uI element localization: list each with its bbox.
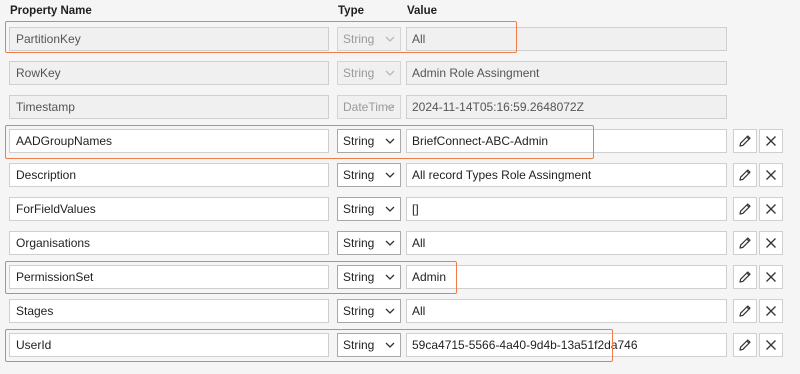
pencil-icon xyxy=(738,168,752,182)
pencil-icon xyxy=(738,338,752,352)
chevron-down-icon xyxy=(385,96,395,118)
chevron-down-icon xyxy=(385,62,395,84)
type-select-value: String xyxy=(343,202,375,216)
property-value-field: All xyxy=(406,27,727,51)
delete-button[interactable] xyxy=(759,163,783,187)
property-name-field[interactable]: Organisations xyxy=(9,231,329,255)
type-select-value: String xyxy=(343,32,375,46)
property-row: PartitionKey String All xyxy=(0,22,800,56)
property-row: AADGroupNames String BriefConnect-ABC-Admi… xyxy=(0,124,800,158)
property-value-field[interactable]: All record Types Role Assingment xyxy=(406,163,727,187)
pencil-icon xyxy=(738,304,752,318)
close-icon xyxy=(765,305,777,317)
type-select[interactable]: String xyxy=(337,163,401,187)
type-select[interactable]: String xyxy=(337,231,401,255)
property-row: Stages String All xyxy=(0,294,800,328)
property-name-field[interactable]: PermissionSet xyxy=(9,265,329,289)
delete-button[interactable] xyxy=(759,299,783,323)
pencil-icon xyxy=(738,202,752,216)
chevron-down-icon xyxy=(385,130,395,152)
delete-button[interactable] xyxy=(759,197,783,221)
edit-button[interactable] xyxy=(733,299,757,323)
type-select-value: String xyxy=(343,236,375,250)
type-select: String xyxy=(337,61,401,85)
property-value-field[interactable]: BriefConnect-ABC-Admin xyxy=(406,129,727,153)
pencil-icon xyxy=(738,236,752,250)
pencil-icon xyxy=(738,134,752,148)
delete-button[interactable] xyxy=(759,231,783,255)
property-value-field[interactable]: [] xyxy=(406,197,727,221)
type-select-value: String xyxy=(343,66,375,80)
property-name-field[interactable]: Stages xyxy=(9,299,329,323)
edit-button[interactable] xyxy=(733,197,757,221)
edit-button[interactable] xyxy=(733,129,757,153)
type-select[interactable]: String xyxy=(337,129,401,153)
type-select-value: String xyxy=(343,134,375,148)
column-header-property-name: Property Name xyxy=(10,5,92,17)
type-select: DateTime xyxy=(337,95,401,119)
property-name-field[interactable]: ForFieldValues xyxy=(9,197,329,221)
pencil-icon xyxy=(738,270,752,284)
property-value-field[interactable]: 59ca4715-5566-4a40-9d4b-13a51f2da746 xyxy=(406,333,727,357)
chevron-down-icon xyxy=(385,164,395,186)
property-row: Organisations String All xyxy=(0,226,800,260)
close-icon xyxy=(765,271,777,283)
table-header: Property Name Type Value xyxy=(0,0,800,22)
property-value-field[interactable]: All xyxy=(406,231,727,255)
property-value-field: Admin Role Assingment xyxy=(406,61,727,85)
edit-button[interactable] xyxy=(733,231,757,255)
property-name-field: PartitionKey xyxy=(9,27,329,51)
property-value-field[interactable]: All xyxy=(406,299,727,323)
edit-button[interactable] xyxy=(733,265,757,289)
type-select-value: String xyxy=(343,338,375,352)
close-icon xyxy=(765,169,777,181)
property-name-field[interactable]: Description xyxy=(9,163,329,187)
property-value-field[interactable]: Admin xyxy=(406,265,727,289)
property-list: PartitionKey String All RowKey String Admin R… xyxy=(0,22,800,362)
type-select[interactable]: String xyxy=(337,333,401,357)
chevron-down-icon xyxy=(385,198,395,220)
property-name-field: RowKey xyxy=(9,61,329,85)
edit-button[interactable] xyxy=(733,333,757,357)
property-value-field: 2024-11-14T05:16:59.2648072Z xyxy=(406,95,727,119)
edit-button[interactable] xyxy=(733,163,757,187)
property-row: Description String All record Types Role A… xyxy=(0,158,800,192)
chevron-down-icon xyxy=(385,334,395,356)
property-row: PermissionSet String Admin xyxy=(0,260,800,294)
type-select-value: String xyxy=(343,270,375,284)
delete-button[interactable] xyxy=(759,333,783,357)
chevron-down-icon xyxy=(385,266,395,288)
type-select[interactable]: String xyxy=(337,299,401,323)
chevron-down-icon xyxy=(385,28,395,50)
type-select[interactable]: String xyxy=(337,197,401,221)
property-row: UserId String 59ca4715-5566-4a40-9d4b-13a5… xyxy=(0,328,800,362)
property-name-field[interactable]: UserId xyxy=(9,333,329,357)
chevron-down-icon xyxy=(385,232,395,254)
type-select: String xyxy=(337,27,401,51)
close-icon xyxy=(765,203,777,215)
type-select-value: String xyxy=(343,304,375,318)
type-select[interactable]: String xyxy=(337,265,401,289)
close-icon xyxy=(765,237,777,249)
column-header-type: Type xyxy=(338,5,364,17)
delete-button[interactable] xyxy=(759,265,783,289)
property-row: Timestamp DateTime 2024-11-14T05:16:59.264… xyxy=(0,90,800,124)
close-icon xyxy=(765,339,777,351)
delete-button[interactable] xyxy=(759,129,783,153)
chevron-down-icon xyxy=(385,300,395,322)
property-name-field: Timestamp xyxy=(9,95,329,119)
column-header-value: Value xyxy=(407,5,438,17)
close-icon xyxy=(765,135,777,147)
property-row: ForFieldValues String [] xyxy=(0,192,800,226)
type-select-value: String xyxy=(343,168,375,182)
property-name-field[interactable]: AADGroupNames xyxy=(9,129,329,153)
property-row: RowKey String Admin Role Assingment xyxy=(0,56,800,90)
